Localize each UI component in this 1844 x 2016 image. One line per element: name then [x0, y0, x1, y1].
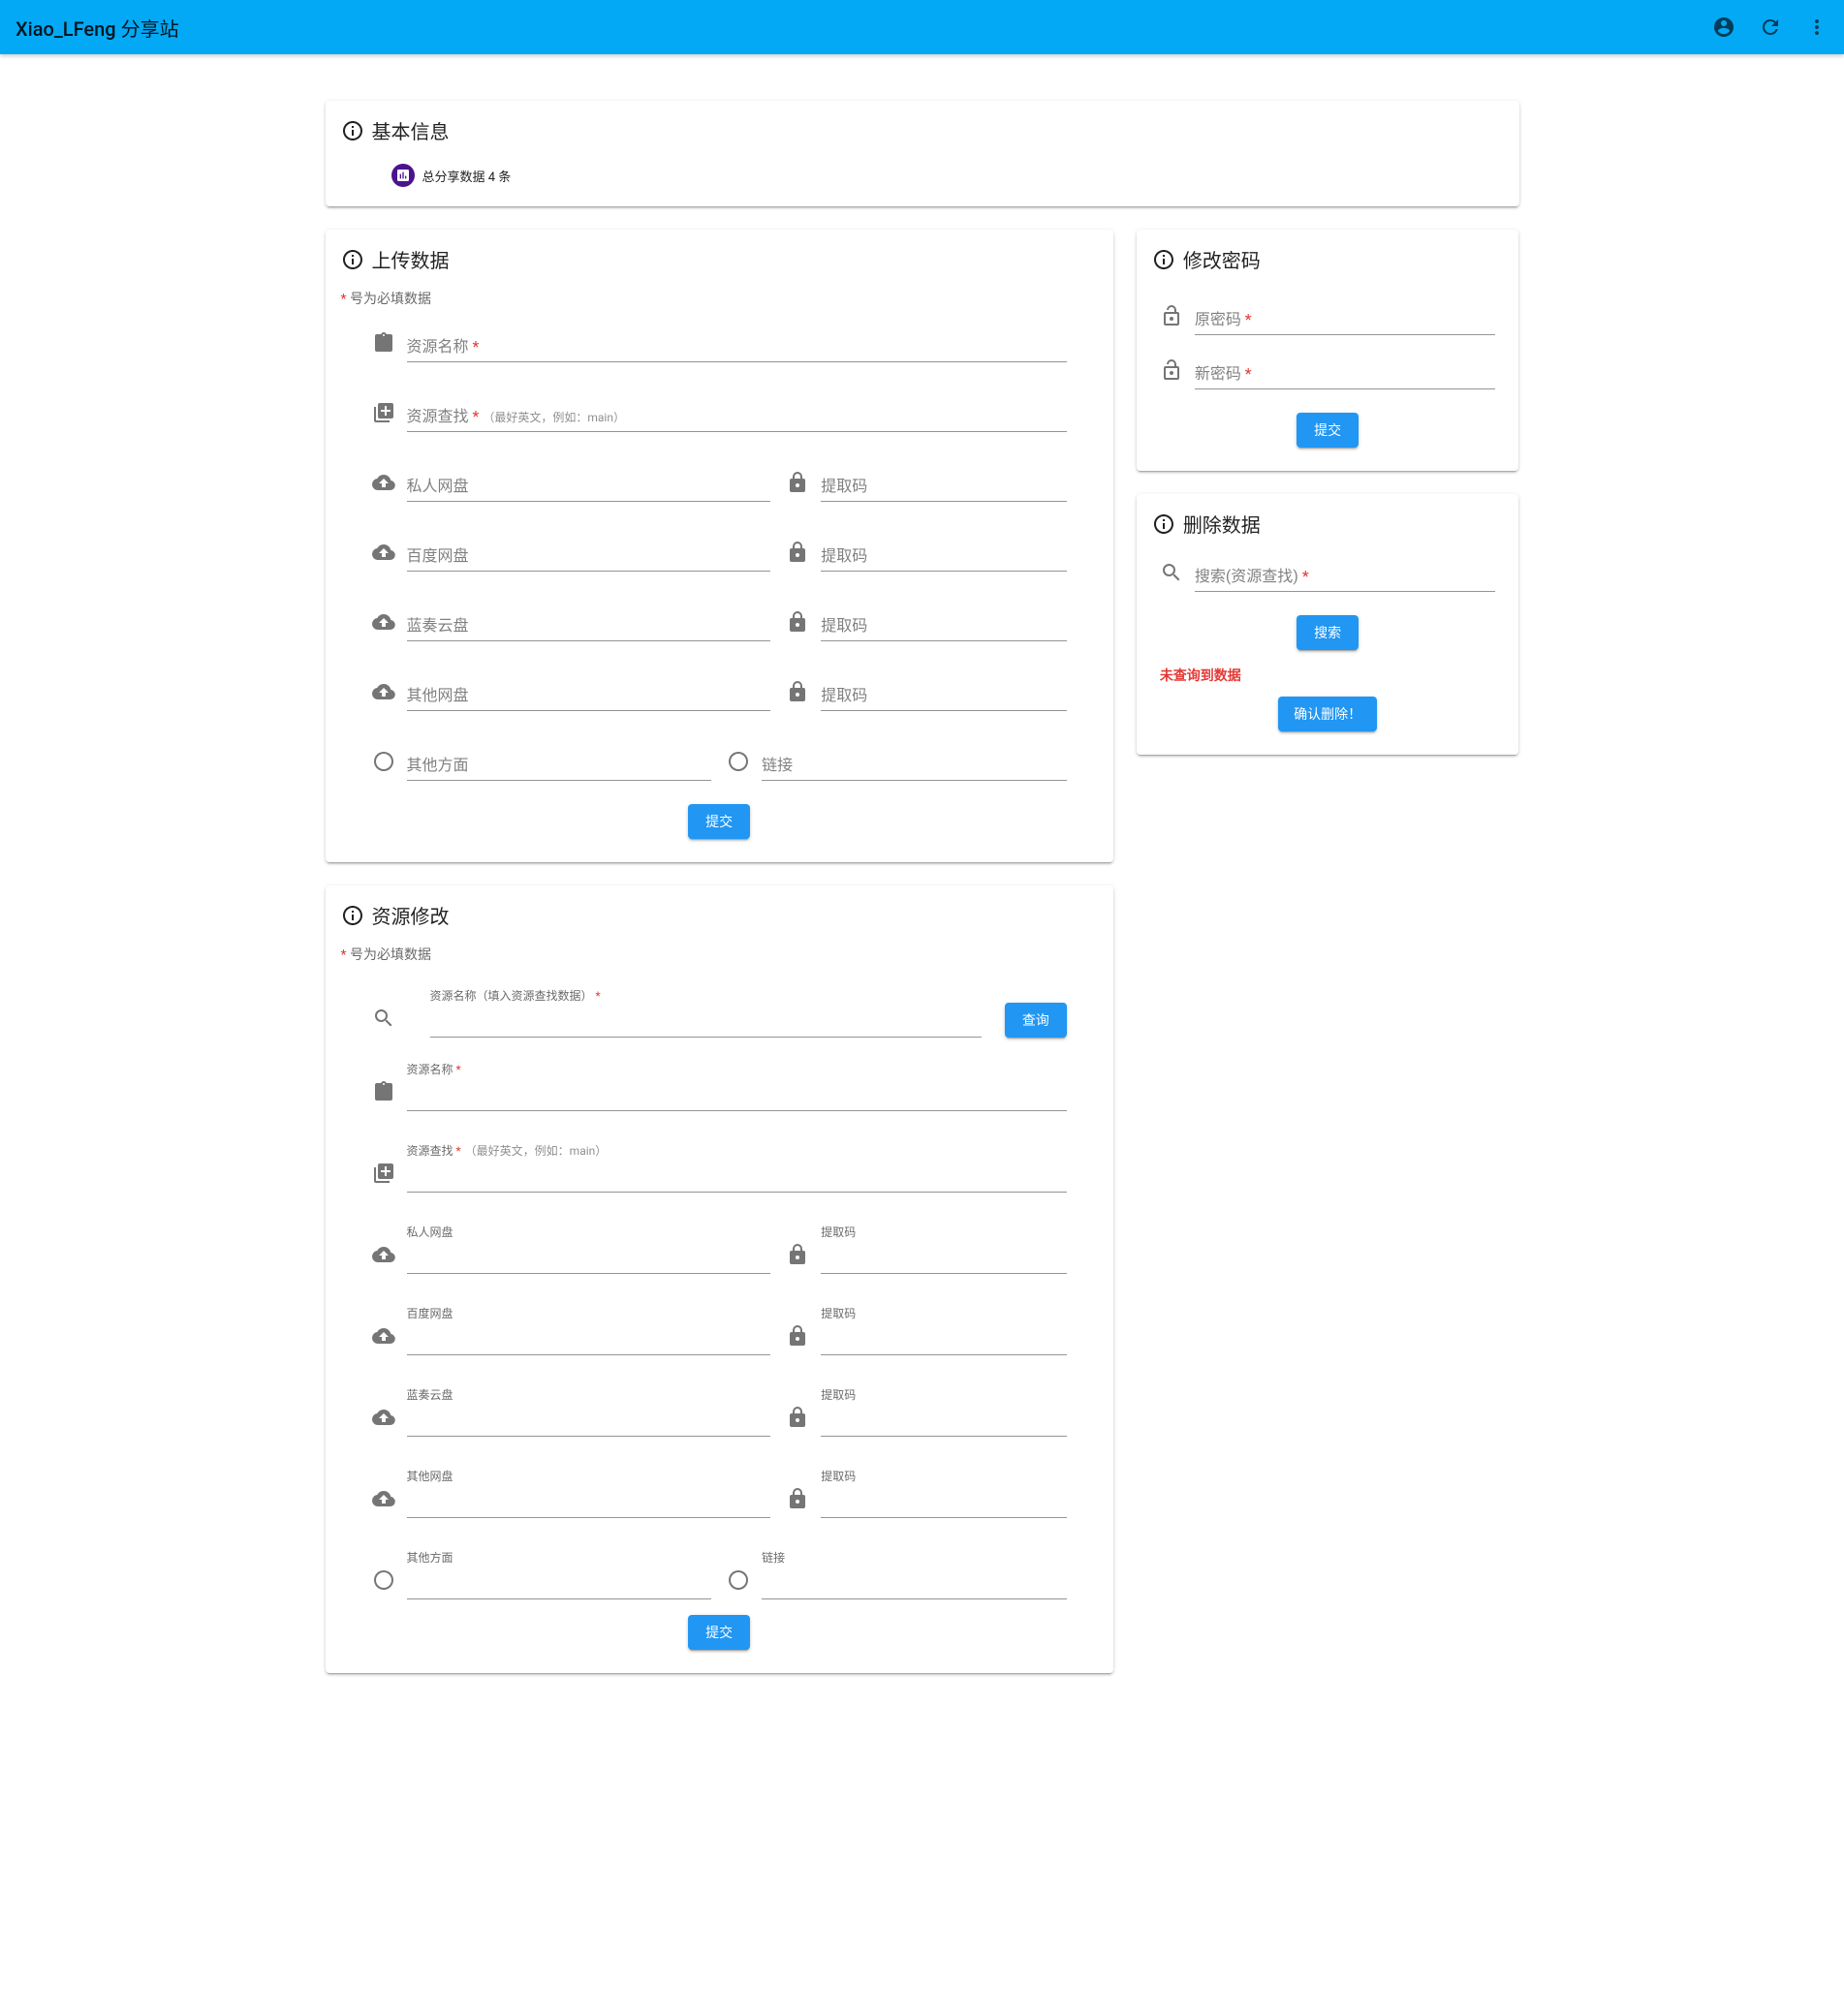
cloud-upload-icon: [372, 541, 395, 572]
library-add-icon: [372, 1162, 395, 1193]
lanzou-code-input[interactable]: [821, 615, 1067, 641]
edit-submit-button[interactable]: 提交: [688, 1615, 750, 1650]
search-icon: [372, 1007, 395, 1038]
delete-not-found: 未查询到数据: [1160, 666, 1496, 685]
edit-required-note: * 号为必填数据: [326, 945, 1113, 972]
info-icon: [1152, 248, 1175, 271]
cloud-upload-icon: [372, 1406, 395, 1437]
lock-icon: [786, 1487, 809, 1518]
cloud-upload-icon: [372, 680, 395, 711]
edit-other-input[interactable]: [407, 1492, 771, 1518]
cloud-upload-icon: [372, 610, 395, 641]
resource-name-input[interactable]: [407, 336, 1067, 362]
link-input[interactable]: [762, 755, 1067, 781]
lock-icon: [786, 1243, 809, 1274]
edit-link-input[interactable]: [762, 1573, 1067, 1599]
private-code-input[interactable]: [821, 476, 1067, 502]
info-icon: [1152, 512, 1175, 536]
appbar: Xiao_LFeng 分享站: [0, 0, 1844, 54]
confirm-delete-button[interactable]: 确认删除！: [1278, 697, 1377, 731]
other-disk-input[interactable]: [407, 685, 771, 711]
other-aspect-input[interactable]: [407, 755, 712, 781]
pwd-submit-button[interactable]: 提交: [1297, 413, 1359, 448]
delete-search-input[interactable]: [1195, 566, 1496, 592]
info-icon: [341, 248, 364, 271]
other-code-input[interactable]: [821, 685, 1067, 711]
edit-find-input[interactable]: [407, 1166, 1067, 1193]
delete-title: 删除数据: [1183, 510, 1261, 538]
edit-card: 资源修改 * 号为必填数据 资源名称（填入资源查找数据） * 查询: [326, 885, 1113, 1673]
more-icon[interactable]: [1805, 16, 1828, 39]
share-count-text: 总分享数据 4 条: [422, 167, 512, 185]
upload-title: 上传数据: [372, 245, 450, 273]
cloud-upload-icon: [372, 1487, 395, 1518]
edit-baidu-input[interactable]: [407, 1329, 771, 1355]
circle-icon: [372, 750, 395, 781]
circle-icon: [727, 1568, 750, 1599]
lock-icon: [786, 1406, 809, 1437]
refresh-icon[interactable]: [1759, 16, 1782, 39]
change-pwd-title: 修改密码: [1183, 245, 1261, 273]
lock-outline-icon: [1160, 304, 1183, 335]
cloud-upload-icon: [372, 1243, 395, 1274]
info-icon: [341, 904, 364, 927]
assignment-icon: [372, 1080, 395, 1111]
change-pwd-card: 修改密码 原密码 * 新密码 * 提交: [1137, 230, 1519, 471]
assignment-icon: [372, 331, 395, 362]
edit-private-input[interactable]: [407, 1248, 771, 1274]
edit-lanzou-code-input[interactable]: [821, 1411, 1067, 1437]
library-add-icon: [372, 401, 395, 432]
circle-icon: [372, 1568, 395, 1599]
lock-icon: [786, 471, 809, 502]
edit-title: 资源修改: [372, 901, 450, 929]
cloud-upload-icon: [372, 1324, 395, 1355]
old-password-input[interactable]: [1195, 309, 1496, 335]
upload-required-note: * 号为必填数据: [326, 289, 1113, 316]
circle-icon: [727, 750, 750, 781]
lock-icon: [786, 610, 809, 641]
account-icon[interactable]: [1712, 16, 1735, 39]
basic-info-title: 基本信息: [372, 116, 450, 144]
share-count-chip: 总分享数据 4 条: [388, 160, 523, 191]
edit-other-code-input[interactable]: [821, 1492, 1067, 1518]
info-icon: [341, 119, 364, 142]
cloud-upload-icon: [372, 471, 395, 502]
edit-search-input[interactable]: [430, 1011, 982, 1038]
baidu-disk-input[interactable]: [407, 545, 771, 572]
delete-card: 删除数据 搜索(资源查找) * 搜索 未查询到数据 确认删除！: [1137, 494, 1519, 755]
upload-submit-button[interactable]: 提交: [688, 804, 750, 839]
upload-card: 上传数据 * 号为必填数据 资源名称 *: [326, 230, 1113, 862]
baidu-code-input[interactable]: [821, 545, 1067, 572]
lock-icon: [786, 1324, 809, 1355]
search-icon: [1160, 561, 1183, 592]
private-disk-input[interactable]: [407, 476, 771, 502]
new-password-input[interactable]: [1195, 363, 1496, 389]
resource-find-input[interactable]: [407, 406, 1067, 432]
query-button[interactable]: 查询: [1005, 1003, 1067, 1038]
lock-icon: [786, 680, 809, 711]
delete-search-button[interactable]: 搜索: [1297, 615, 1359, 650]
edit-private-code-input[interactable]: [821, 1248, 1067, 1274]
appbar-title: Xiao_LFeng 分享站: [16, 14, 179, 42]
lock-icon: [786, 541, 809, 572]
edit-lanzou-input[interactable]: [407, 1411, 771, 1437]
basic-info-card: 基本信息 总分享数据 4 条: [326, 101, 1519, 206]
edit-aspect-input[interactable]: [407, 1573, 712, 1599]
lanzou-disk-input[interactable]: [407, 615, 771, 641]
edit-baidu-code-input[interactable]: [821, 1329, 1067, 1355]
poll-icon: [391, 164, 415, 187]
lock-outline-icon: [1160, 358, 1183, 389]
edit-name-input[interactable]: [407, 1085, 1067, 1111]
